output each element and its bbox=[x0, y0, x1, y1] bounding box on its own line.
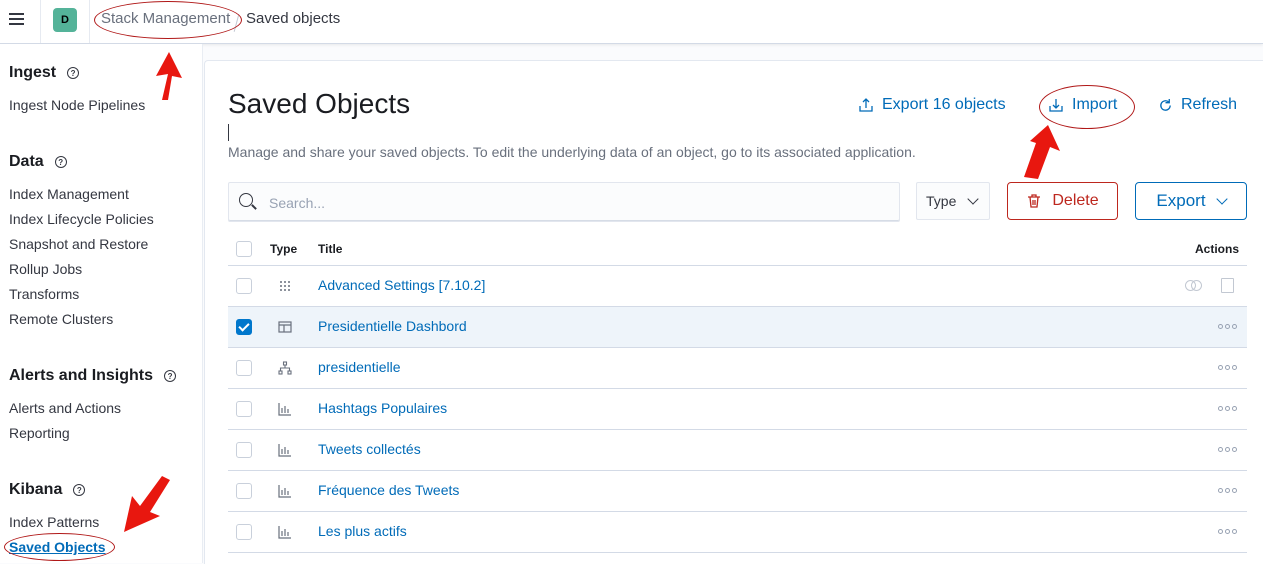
section-title: Kibana bbox=[9, 481, 63, 498]
table-row: Fréquence des Tweets bbox=[228, 471, 1247, 512]
row-checkbox[interactable] bbox=[236, 278, 252, 294]
header-divider bbox=[89, 0, 90, 43]
more-actions-icon[interactable] bbox=[1218, 324, 1237, 329]
text-cursor bbox=[228, 124, 229, 141]
breadcrumb-current: Saved objects bbox=[246, 10, 341, 27]
table-row: Hashtags Populaires bbox=[228, 389, 1247, 430]
search-input[interactable] bbox=[267, 183, 891, 223]
sidebar-item-index-lifecycle-policies[interactable]: Index Lifecycle Policies bbox=[9, 211, 154, 227]
help-icon[interactable]: ? bbox=[164, 370, 177, 382]
saved-object-title-link[interactable]: Fréquence des Tweets bbox=[318, 482, 459, 498]
visualization-icon bbox=[278, 444, 291, 457]
import-label: Import bbox=[1072, 96, 1118, 113]
trash-icon bbox=[1028, 194, 1041, 208]
saved-object-title-link[interactable]: presidentielle bbox=[318, 359, 401, 375]
sidebar-item-transforms[interactable]: Transforms bbox=[9, 286, 79, 302]
table-header: Type Title Actions bbox=[228, 232, 1247, 266]
sidebar-item-alerts-and-actions[interactable]: Alerts and Actions bbox=[9, 400, 121, 416]
space-avatar[interactable]: D bbox=[53, 8, 77, 32]
sidebar-section-data: Data ? bbox=[9, 153, 67, 171]
breadcrumb-stack-management[interactable]: Stack Management bbox=[101, 10, 230, 27]
hamburger-menu-icon[interactable] bbox=[6, 8, 28, 30]
page-description: Manage and share your saved objects. To … bbox=[228, 144, 916, 160]
relationships-icon[interactable] bbox=[1185, 279, 1203, 291]
section-title: Ingest bbox=[9, 64, 57, 81]
export-selected-button[interactable]: Export bbox=[1135, 182, 1247, 220]
sidebar-item-index-patterns[interactable]: Index Patterns bbox=[9, 514, 99, 530]
advanced-settings-icon bbox=[280, 281, 290, 291]
more-actions-icon[interactable] bbox=[1218, 447, 1237, 452]
table-row: Advanced Settings [7.10.2] bbox=[228, 266, 1247, 307]
visualization-icon bbox=[278, 526, 291, 539]
sidebar-item-ingest-node-pipelines[interactable]: Ingest Node Pipelines bbox=[9, 97, 145, 113]
sidebar-item-saved-objects[interactable]: Saved Objects bbox=[9, 539, 106, 555]
export-all-button[interactable]: Export 16 objects bbox=[858, 96, 1006, 114]
chevron-down-icon bbox=[967, 193, 980, 205]
refresh-button[interactable]: Refresh bbox=[1158, 96, 1237, 114]
saved-object-title-link[interactable]: Les plus actifs bbox=[318, 523, 407, 539]
refresh-icon bbox=[1160, 98, 1171, 111]
visualization-icon bbox=[278, 485, 291, 498]
more-actions-icon[interactable] bbox=[1218, 406, 1237, 411]
visualization-icon bbox=[278, 403, 291, 416]
column-header-actions: Actions bbox=[1195, 242, 1240, 256]
sidebar-section-kibana: Kibana ? bbox=[9, 481, 86, 499]
section-title: Alerts and Insights bbox=[9, 367, 154, 384]
help-icon[interactable]: ? bbox=[67, 67, 80, 79]
saved-object-title-link[interactable]: Tweets collectés bbox=[318, 441, 421, 457]
index-pattern-icon bbox=[278, 361, 292, 375]
more-actions-icon[interactable] bbox=[1218, 529, 1237, 534]
sidebar-item-snapshot-and-restore[interactable]: Snapshot and Restore bbox=[9, 236, 148, 252]
dashboard-icon bbox=[278, 321, 292, 333]
row-checkbox[interactable] bbox=[236, 319, 252, 335]
export-all-label: Export 16 objects bbox=[882, 96, 1006, 113]
refresh-label: Refresh bbox=[1181, 96, 1238, 113]
sidebar-section-alerts-and-insights: Alerts and Insights ? bbox=[9, 367, 177, 385]
search-box bbox=[228, 182, 900, 223]
table-row: Les plus actifs bbox=[228, 512, 1247, 553]
import-icon bbox=[1049, 99, 1063, 112]
table-row: Presidentielle Dashbord bbox=[228, 307, 1247, 348]
import-button[interactable]: Import bbox=[1048, 96, 1117, 114]
row-checkbox[interactable] bbox=[236, 401, 252, 417]
more-actions-icon[interactable] bbox=[1218, 365, 1237, 370]
sidebar-divider bbox=[202, 44, 203, 563]
export-icon bbox=[859, 98, 873, 112]
table-row: Tweets collectés bbox=[228, 430, 1247, 471]
help-icon[interactable]: ? bbox=[54, 156, 67, 168]
more-actions-icon[interactable] bbox=[1218, 488, 1237, 493]
type-filter-label: Type bbox=[926, 193, 957, 209]
saved-object-title-link[interactable]: Advanced Settings [7.10.2] bbox=[318, 277, 485, 293]
column-header-type[interactable]: Type bbox=[270, 242, 297, 256]
type-filter-button[interactable]: Type bbox=[916, 182, 990, 220]
help-icon[interactable]: ? bbox=[73, 484, 86, 496]
row-checkbox[interactable] bbox=[236, 483, 252, 499]
inspect-icon[interactable] bbox=[1221, 278, 1234, 293]
export-label: Export bbox=[1156, 191, 1206, 210]
section-title: Data bbox=[9, 153, 44, 170]
sidebar-item-rollup-jobs[interactable]: Rollup Jobs bbox=[9, 261, 82, 277]
saved-object-title-link[interactable]: Presidentielle Dashbord bbox=[318, 318, 467, 334]
page-title: Saved Objects bbox=[228, 88, 411, 119]
sidebar-item-reporting[interactable]: Reporting bbox=[9, 425, 70, 441]
row-checkbox[interactable] bbox=[236, 524, 252, 540]
delete-button[interactable]: Delete bbox=[1007, 182, 1118, 220]
header-divider bbox=[40, 0, 41, 43]
column-header-title[interactable]: Title bbox=[318, 242, 342, 256]
sidebar-section-ingest: Ingest ? bbox=[9, 64, 80, 82]
table-row: presidentielle bbox=[228, 348, 1247, 389]
delete-label: Delete bbox=[1052, 192, 1099, 209]
row-checkbox[interactable] bbox=[236, 442, 252, 458]
saved-object-title-link[interactable]: Hashtags Populaires bbox=[318, 400, 447, 416]
row-checkbox[interactable] bbox=[236, 360, 252, 376]
select-all-checkbox[interactable] bbox=[236, 241, 252, 257]
sidebar-item-remote-clusters[interactable]: Remote Clusters bbox=[9, 311, 113, 327]
breadcrumb-separator bbox=[233, 14, 240, 32]
sidebar-item-index-management[interactable]: Index Management bbox=[9, 186, 129, 202]
chevron-down-icon bbox=[1215, 193, 1228, 205]
search-icon bbox=[239, 193, 253, 207]
top-header: D Stack Management Saved objects bbox=[0, 0, 1263, 44]
